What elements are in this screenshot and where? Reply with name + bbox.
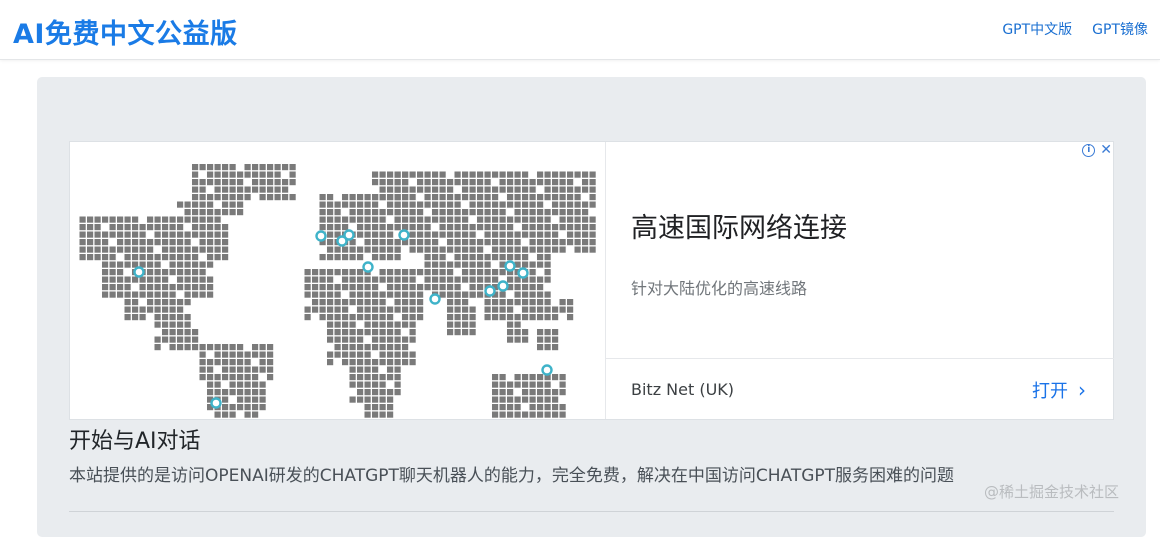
world-map-image: [70, 142, 606, 419]
watermark: @稀土掘金技术社区: [984, 483, 1120, 501]
nav-links: GPT中文版 GPT镜像: [1002, 19, 1148, 39]
chevron-right-icon: ›: [1078, 378, 1086, 402]
ad-banner[interactable]: i ✕ 高速国际网络连接 针对大陆优化的高速线路 Bitz Net (UK) 打…: [69, 141, 1114, 420]
ad-open-button[interactable]: 打开 ›: [1032, 377, 1086, 403]
ad-advertiser: Bitz Net (UK): [631, 380, 735, 399]
nav-link-gpt-chinese[interactable]: GPT中文版: [1002, 19, 1072, 39]
close-icon[interactable]: ✕: [1100, 142, 1112, 158]
ad-subtext: 针对大陆优化的高速线路: [631, 279, 808, 298]
page-title: 开始与AI对话: [69, 429, 201, 454]
ad-open-label: 打开: [1032, 381, 1068, 402]
ad-footer: Bitz Net (UK) 打开 ›: [606, 358, 1114, 420]
divider: [69, 511, 1114, 512]
ad-headline[interactable]: 高速国际网络连接: [631, 206, 847, 245]
top-navbar: AI免费中文公益版 GPT中文版 GPT镜像: [0, 0, 1160, 60]
world-map-graphic: [79, 164, 596, 418]
nav-link-gpt-mirror[interactable]: GPT镜像: [1092, 19, 1148, 39]
page-description: 本站提供的是访问OPENAI研发的CHATGPT聊天机器人的能力，完全免费，解决…: [69, 466, 955, 486]
ad-content: i ✕ 高速国际网络连接 针对大陆优化的高速线路 Bitz Net (UK) 打…: [606, 142, 1114, 419]
brand-logo[interactable]: AI免费中文公益版: [13, 12, 237, 51]
info-icon[interactable]: i: [1082, 143, 1096, 157]
ad-choices[interactable]: i ✕: [1082, 142, 1112, 158]
